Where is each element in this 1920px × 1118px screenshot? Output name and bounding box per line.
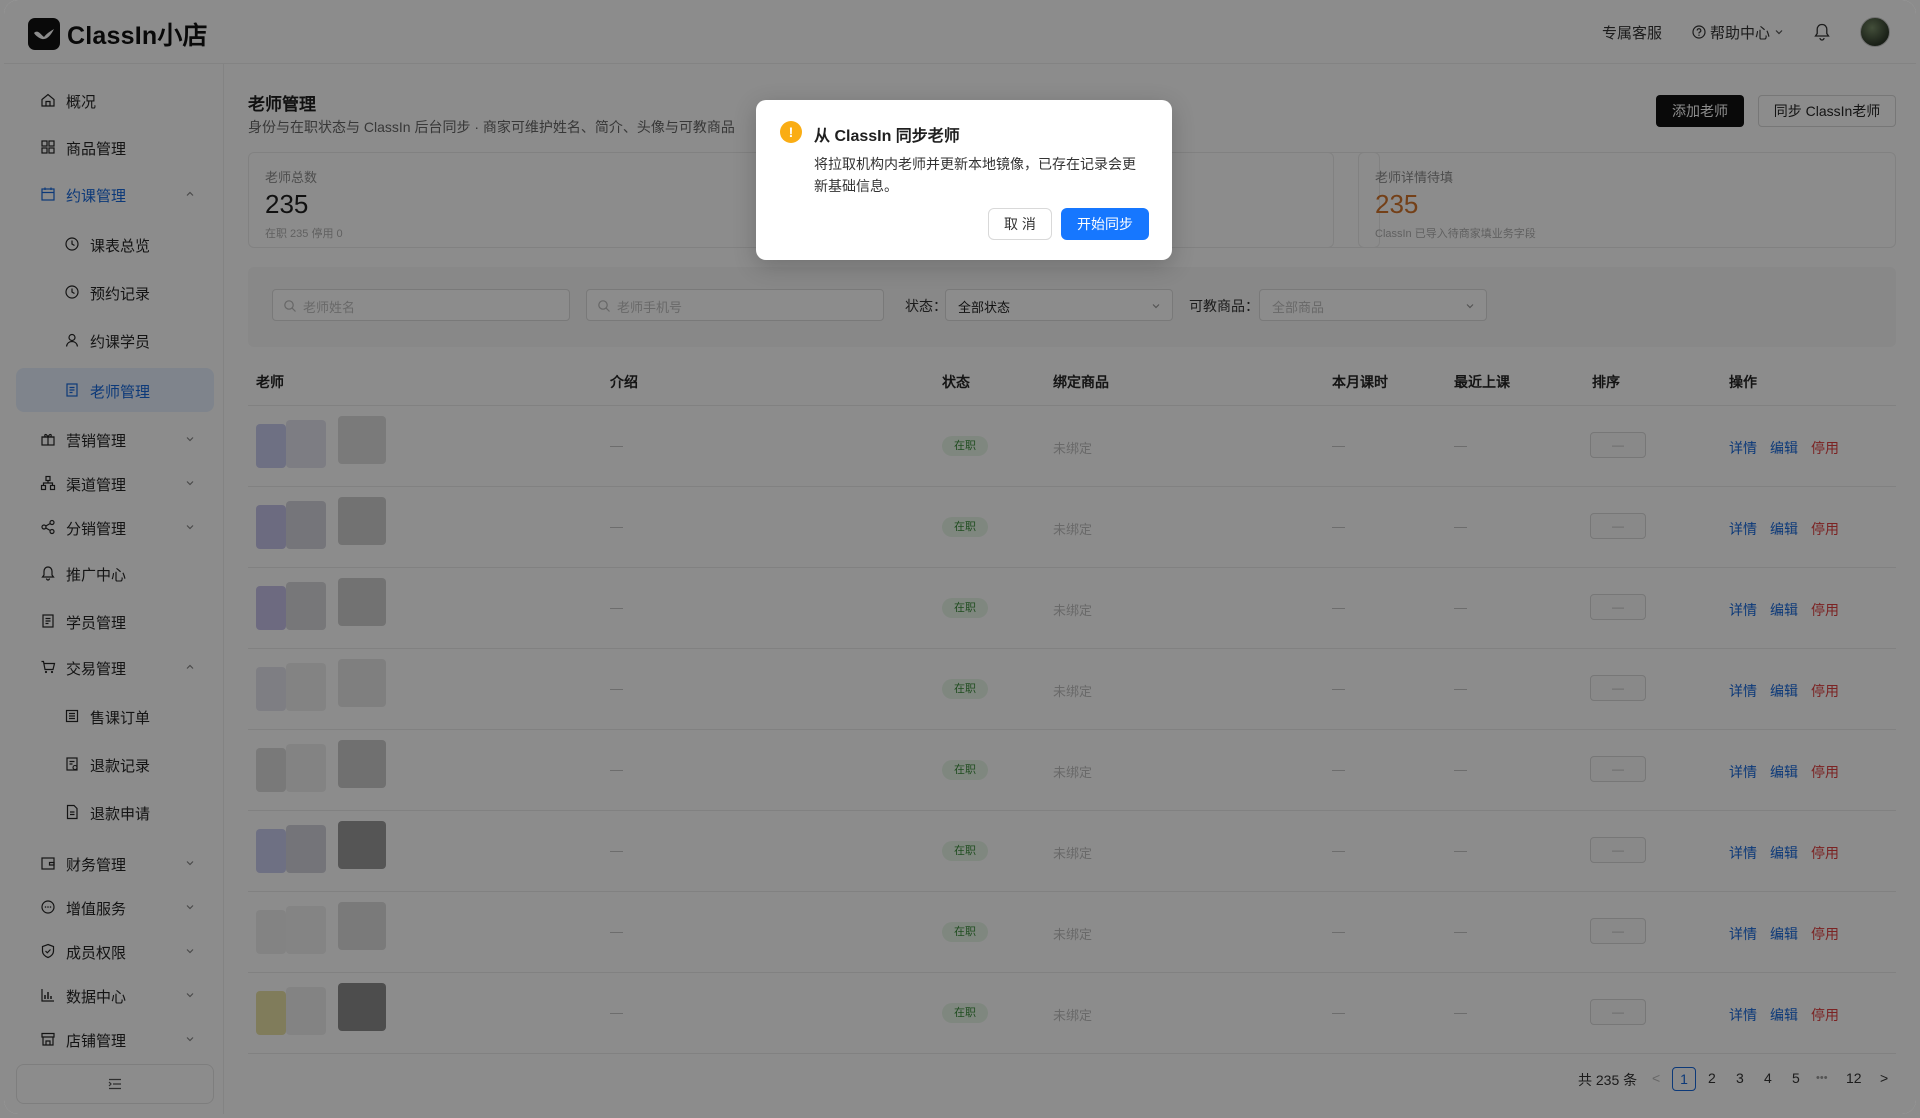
sync-confirm-dialog: ! 从 ClassIn 同步老师 将拉取机构内老师并更新本地镜像，已存在记录会更… — [756, 100, 1172, 260]
app-window: ClassIn小店 专属客服 帮助中心 概况 商品管理 约课管理 课表总览 预约… — [4, 0, 1916, 1114]
dialog-title: 从 ClassIn 同步老师 — [814, 128, 960, 145]
warning-icon: ! — [780, 121, 802, 143]
start-sync-button[interactable]: 开始同步 — [1061, 208, 1149, 240]
dialog-body: 将拉取机构内老师并更新本地镜像，已存在记录会更新基础信息。 — [814, 156, 1136, 194]
cancel-button[interactable]: 取 消 — [988, 208, 1052, 240]
